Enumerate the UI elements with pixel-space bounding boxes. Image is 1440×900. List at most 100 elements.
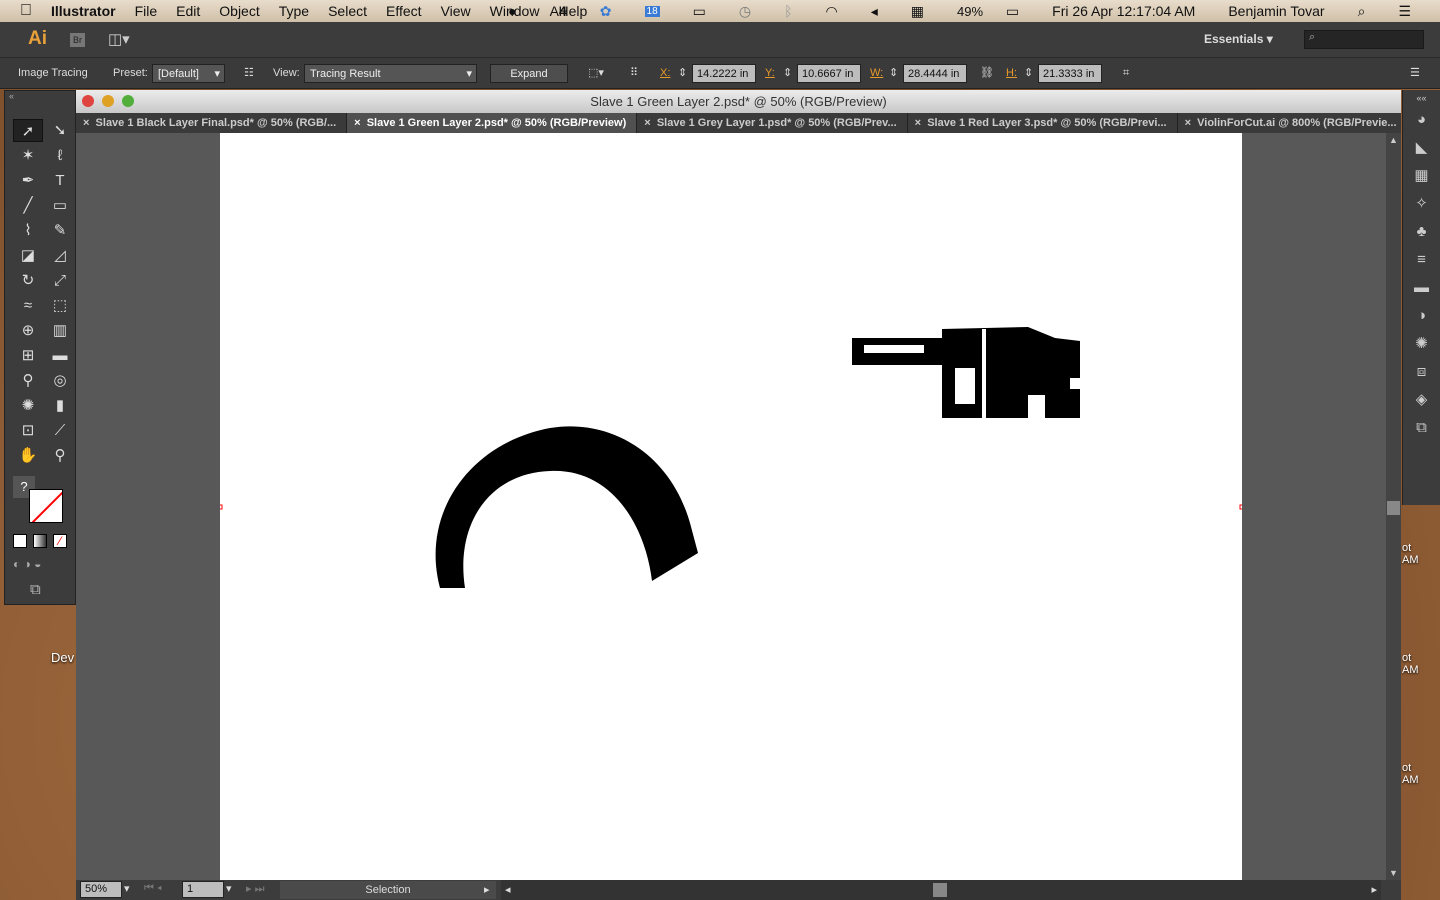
- mesh-tool-icon[interactable]: ⊞: [13, 344, 43, 367]
- dropbox-icon[interactable]: ✿: [600, 3, 612, 20]
- artboard-number-field[interactable]: 1: [182, 881, 224, 898]
- x-stepper[interactable]: ⇕: [678, 64, 687, 83]
- reference-point-icon[interactable]: ⠿: [630, 64, 638, 83]
- y-stepper[interactable]: ⇕: [783, 64, 792, 83]
- warp-tool-icon[interactable]: ≈: [13, 294, 43, 317]
- expand-button[interactable]: Expand: [490, 64, 568, 83]
- dock-collapse-icon[interactable]: ««: [1403, 90, 1440, 106]
- notification-center-icon[interactable]: ☰: [1398, 3, 1411, 20]
- column-graph-tool-icon[interactable]: ▮: [45, 394, 75, 417]
- spotlight-icon[interactable]: ⌕: [1358, 3, 1366, 20]
- transparency-icon[interactable]: ◑: [1403, 302, 1440, 330]
- desktop-item-label[interactable]: ot AM: [1402, 762, 1419, 786]
- adobe-updates-icon[interactable]: A4: [550, 3, 567, 19]
- slice-tool-icon[interactable]: ⟋: [45, 419, 75, 442]
- gradient-panel-icon[interactable]: ▬: [1403, 274, 1440, 302]
- minimize-window-button[interactable]: [102, 95, 114, 107]
- tab-slave1-red[interactable]: × Slave 1 Red Layer 3.psd* @ 50% (RGB/Pr…: [908, 113, 1178, 133]
- zoom-tool-icon[interactable]: ⚲: [45, 444, 75, 467]
- rectangle-tool-icon[interactable]: ▭: [45, 194, 75, 217]
- calendar-icon[interactable]: ▦: [911, 3, 924, 20]
- time-machine-icon[interactable]: ◷: [739, 3, 751, 20]
- gradient-tool-icon[interactable]: ▬: [45, 344, 75, 367]
- stroke-icon[interactable]: ≡: [1403, 246, 1440, 274]
- evernote-icon[interactable]: ●: [508, 3, 516, 19]
- clock[interactable]: Fri 26 Apr 12:17:04 AM: [1052, 3, 1195, 19]
- tab-slave1-grey[interactable]: × Slave 1 Grey Layer 1.psd* @ 50% (RGB/P…: [637, 113, 908, 133]
- w-field[interactable]: 28.4444 in: [903, 64, 967, 83]
- stroke-swatch[interactable]: [29, 489, 63, 523]
- gradient-button[interactable]: [33, 534, 47, 548]
- rotate-tool-icon[interactable]: ↻: [13, 269, 43, 292]
- tracing-panel-icon[interactable]: ☷: [244, 64, 254, 83]
- zoom-window-button[interactable]: [122, 95, 134, 107]
- x-field[interactable]: 14.2222 in: [692, 64, 756, 83]
- color-button[interactable]: [13, 534, 27, 548]
- layers-icon[interactable]: ◈: [1403, 386, 1440, 414]
- menu-select[interactable]: Select: [328, 3, 367, 19]
- wifi-icon[interactable]: ◠: [826, 3, 838, 20]
- tab-slave1-green[interactable]: × Slave 1 Green Layer 2.psd* @ 50% (RGB/…: [347, 113, 638, 133]
- y-field[interactable]: 10.6667 in: [797, 64, 861, 83]
- menu-view[interactable]: View: [441, 3, 471, 19]
- align-icon[interactable]: ⬚▾: [588, 64, 604, 83]
- scale-tool-icon[interactable]: ⤢: [45, 269, 75, 292]
- volume-icon[interactable]: ◂: [871, 3, 878, 20]
- zoom-dropdown-icon[interactable]: ▾: [124, 882, 130, 895]
- close-window-button[interactable]: [82, 95, 94, 107]
- screen-mode-icon[interactable]: ⧉: [30, 581, 41, 598]
- eraser-tool-icon[interactable]: ◿: [45, 244, 75, 267]
- shape-builder-tool-icon[interactable]: ⊕: [13, 319, 43, 342]
- none-button[interactable]: ⁄: [53, 534, 67, 548]
- tab-violin[interactable]: × ViolinForCut.ai @ 800% (RGB/Previe...: [1178, 113, 1408, 133]
- scroll-thumb[interactable]: [933, 883, 947, 897]
- arrange-documents-icon[interactable]: ◫▾: [108, 30, 130, 48]
- traced-artwork[interactable]: [217, 133, 1245, 880]
- desktop-item-label[interactable]: ot AM: [1402, 652, 1419, 676]
- menu-edit[interactable]: Edit: [176, 3, 200, 19]
- desktop-item-label[interactable]: ot AM: [1402, 542, 1419, 566]
- help-search-input[interactable]: [1304, 30, 1424, 49]
- status-tool[interactable]: Selection: [280, 881, 496, 899]
- graphic-styles-icon[interactable]: ⧈: [1403, 358, 1440, 386]
- lasso-tool-icon[interactable]: ℓ: [45, 144, 75, 167]
- constrain-proportions-icon[interactable]: ⛓: [980, 64, 994, 83]
- vertical-scrollbar[interactable]: ▲ ▼: [1386, 133, 1401, 880]
- selection-tool-icon[interactable]: ➚: [13, 119, 43, 142]
- menu-effect[interactable]: Effect: [386, 3, 422, 19]
- scroll-thumb[interactable]: [1387, 501, 1400, 515]
- brushes-icon[interactable]: ✧: [1403, 190, 1440, 218]
- workspace-switcher[interactable]: Essentials ▾: [1204, 32, 1273, 46]
- symbols-icon[interactable]: ♣: [1403, 218, 1440, 246]
- appearance-icon[interactable]: ✺: [1403, 330, 1440, 358]
- magic-wand-tool-icon[interactable]: ✶: [13, 144, 43, 167]
- preset-dropdown[interactable]: [Default] ▾: [152, 64, 225, 83]
- w-stepper[interactable]: ⇕: [889, 64, 898, 83]
- blob-brush-tool-icon[interactable]: ◪: [13, 244, 43, 267]
- swatches-icon[interactable]: ▦: [1403, 162, 1440, 190]
- tab-slave1-black[interactable]: × Slave 1 Black Layer Final.psd* @ 50% (…: [76, 113, 348, 133]
- menu-object[interactable]: Object: [219, 3, 259, 19]
- user-name[interactable]: Benjamin Tovar: [1228, 3, 1324, 19]
- menu-app[interactable]: Illustrator: [51, 3, 116, 19]
- collapse-icon[interactable]: «: [9, 91, 14, 101]
- h-stepper[interactable]: ⇕: [1024, 64, 1033, 83]
- free-transform-tool-icon[interactable]: ⬚: [45, 294, 75, 317]
- eyedropper-tool-icon[interactable]: ⚲: [13, 369, 43, 392]
- color-panel-icon[interactable]: ◣: [1403, 134, 1440, 162]
- airplay-icon[interactable]: ▭: [693, 3, 706, 20]
- hand-tool-icon[interactable]: ✋: [13, 444, 43, 467]
- apple-icon[interactable]: : [20, 2, 32, 20]
- draw-mode-icons[interactable]: ◐ ◑ ◒: [13, 557, 41, 571]
- line-tool-icon[interactable]: ╱: [13, 194, 43, 217]
- battery-status[interactable]: 49% ▭: [957, 3, 1019, 20]
- next-artboard-icon[interactable]: ▸ ⏭: [246, 882, 264, 896]
- zoom-field[interactable]: 50%: [80, 881, 122, 898]
- paintbrush-tool-icon[interactable]: ⌇: [13, 219, 43, 242]
- pen-tool-icon[interactable]: ✒: [13, 169, 43, 192]
- h-field[interactable]: 21.3333 in: [1038, 64, 1102, 83]
- horizontal-scrollbar[interactable]: ◂ ▸: [501, 880, 1381, 900]
- pencil-tool-icon[interactable]: ✎: [45, 219, 75, 242]
- bridge-button[interactable]: Br: [70, 33, 85, 47]
- artboard-tool-icon[interactable]: ⊡: [13, 419, 43, 442]
